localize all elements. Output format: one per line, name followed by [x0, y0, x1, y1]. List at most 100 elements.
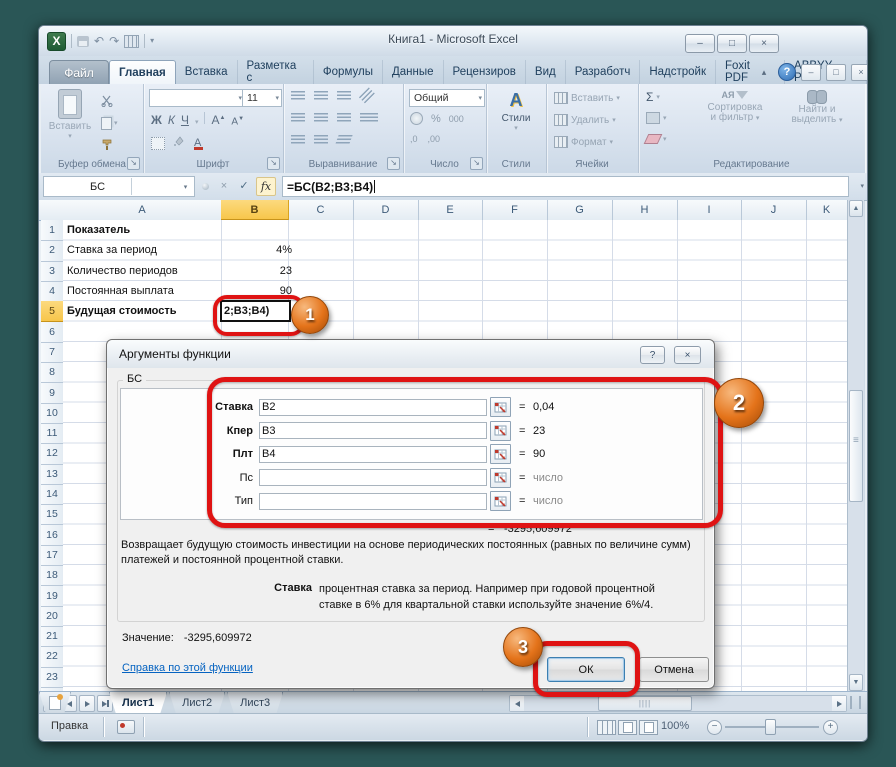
row-header-7[interactable]: 7	[41, 342, 63, 363]
tab-главная[interactable]: Главная	[109, 60, 176, 84]
normal-view-icon[interactable]	[597, 720, 616, 735]
cancel-entry-icon[interactable]: ×	[215, 177, 233, 194]
column-header-E[interactable]: E	[418, 200, 483, 220]
sort-filter-button[interactable]: АЯ Сортировка и фильтр ▾	[696, 90, 774, 123]
confirm-entry-icon[interactable]: ✓	[235, 177, 253, 194]
column-header-D[interactable]: D	[353, 200, 419, 220]
formula-bar-divider-handle[interactable]	[202, 183, 209, 190]
find-select-button[interactable]: Найти и выделить ▾	[780, 90, 854, 125]
sheet-tab-лист1[interactable]: Лист1	[109, 692, 167, 714]
row-header-11[interactable]: 11	[41, 423, 63, 444]
scroll-up-icon[interactable]: ▲	[849, 200, 863, 217]
formula-input[interactable]: =БС(B2;B3;B4)	[282, 176, 849, 197]
column-header-H[interactable]: H	[612, 200, 678, 220]
minimize-button[interactable]: –	[685, 34, 715, 53]
align-bottom-icon[interactable]	[337, 91, 351, 100]
sheet-tab-лист2[interactable]: Лист2	[169, 692, 225, 714]
dialog-launcher-icon[interactable]: ↘	[470, 157, 483, 170]
column-header-B[interactable]: B	[221, 200, 289, 220]
clear-button[interactable]: ▾	[646, 134, 667, 144]
row-header-16[interactable]: 16	[41, 525, 63, 546]
column-header-A[interactable]: A	[63, 200, 222, 220]
row-header-15[interactable]: 15	[41, 504, 63, 525]
tab-разработч[interactable]: Разработч	[566, 60, 641, 84]
dialog-launcher-icon[interactable]: ↘	[127, 157, 140, 170]
align-center-icon[interactable]	[314, 113, 328, 122]
increase-indent-icon[interactable]	[314, 135, 328, 144]
row-header-5[interactable]: 5	[41, 301, 63, 322]
tab-split-handle[interactable]	[850, 696, 861, 709]
row-header-14[interactable]: 14	[41, 484, 63, 505]
underline-button[interactable]: Ч	[181, 113, 189, 127]
copy-button[interactable]: ▾	[101, 114, 131, 132]
row-header-19[interactable]: 19	[41, 585, 63, 606]
font-size-combo[interactable]: 11▾	[242, 89, 282, 107]
row-header-8[interactable]: 8	[41, 362, 63, 383]
row-header-13[interactable]: 13	[41, 464, 63, 485]
row-header-20[interactable]: 20	[41, 606, 63, 627]
cell-B3[interactable]: 23	[221, 261, 296, 281]
name-box[interactable]: БС ▾	[43, 176, 195, 197]
next-sheet-icon[interactable]	[79, 695, 95, 712]
comma-style-button[interactable]: 000	[449, 114, 464, 124]
tab-рецензиров[interactable]: Рецензиров	[444, 60, 526, 84]
function-help-link[interactable]: Справка по этой функции	[122, 662, 253, 674]
row-header-17[interactable]: 17	[41, 545, 63, 566]
help-icon[interactable]: ?	[778, 63, 796, 81]
wrap-text-icon[interactable]	[335, 135, 352, 144]
column-header-I[interactable]: I	[677, 200, 742, 220]
dialog-launcher-icon[interactable]: ↘	[267, 157, 280, 170]
cell-B2[interactable]: 4%	[221, 240, 296, 260]
close-button[interactable]: ×	[749, 34, 779, 53]
column-header-F[interactable]: F	[482, 200, 548, 220]
tab-вид[interactable]: Вид	[526, 60, 566, 84]
expand-formula-bar-icon[interactable]: ▾	[860, 182, 864, 190]
insert-cells-button[interactable]: Вставить▾	[554, 92, 620, 104]
column-header-G[interactable]: G	[547, 200, 613, 220]
delete-cells-button[interactable]: Удалить▾	[554, 114, 616, 126]
fill-color-button[interactable]	[173, 134, 186, 152]
insert-function-icon[interactable]: fx	[256, 177, 276, 196]
name-box-dropdown-icon[interactable]: ▾	[131, 178, 193, 195]
decrease-decimal-icon[interactable]: ,00	[428, 134, 441, 144]
horizontal-scroll-thumb[interactable]: ||||	[598, 696, 692, 711]
percent-style-button[interactable]: %	[431, 113, 441, 125]
bold-button[interactable]: Ж	[151, 113, 162, 127]
tab-формулы[interactable]: Формулы	[314, 60, 383, 84]
cell-A1[interactable]: Показатель	[63, 220, 229, 240]
zoom-in-icon[interactable]: +	[823, 720, 838, 735]
vertical-scrollbar[interactable]: ▲ ▼	[847, 200, 864, 691]
align-right-icon[interactable]	[337, 113, 351, 122]
sheet-tab-лист3[interactable]: Лист3	[227, 692, 283, 714]
zoom-level[interactable]: 100%	[661, 720, 689, 732]
row-header-22[interactable]: 22	[41, 646, 63, 667]
column-header-J[interactable]: J	[741, 200, 807, 220]
italic-button[interactable]: К	[168, 113, 175, 127]
zoom-slider-thumb[interactable]	[765, 719, 776, 735]
zoom-out-icon[interactable]: −	[707, 720, 722, 735]
page-layout-view-icon[interactable]	[618, 720, 637, 735]
row-header-9[interactable]: 9	[41, 382, 63, 403]
dialog-help-icon[interactable]: ?	[640, 346, 665, 364]
workbook-restore-icon[interactable]: □	[826, 64, 846, 81]
number-format-combo[interactable]: Общий▾	[409, 89, 485, 107]
row-header-6[interactable]: 6	[41, 322, 63, 343]
tab-вставка[interactable]: Вставка	[176, 60, 238, 84]
cell-A2[interactable]: Ставка за период	[63, 240, 229, 260]
format-painter-button[interactable]	[101, 136, 131, 154]
workbook-close-icon[interactable]: ×	[851, 64, 868, 81]
restore-button[interactable]: □	[717, 34, 747, 53]
column-header-C[interactable]: C	[288, 200, 354, 220]
decrease-indent-icon[interactable]	[291, 135, 305, 144]
cut-button[interactable]	[101, 92, 131, 110]
row-header-18[interactable]: 18	[41, 565, 63, 586]
align-left-icon[interactable]	[291, 113, 305, 122]
macro-record-icon[interactable]	[117, 720, 135, 734]
row-header-21[interactable]: 21	[41, 626, 63, 647]
vertical-scroll-thumb[interactable]	[849, 390, 863, 502]
autosum-button[interactable]: Σ▾	[646, 90, 660, 104]
row-header-4[interactable]: 4	[41, 281, 63, 302]
scroll-right-icon[interactable]	[832, 696, 846, 711]
page-break-view-icon[interactable]	[639, 720, 658, 735]
orientation-icon[interactable]	[359, 87, 375, 103]
